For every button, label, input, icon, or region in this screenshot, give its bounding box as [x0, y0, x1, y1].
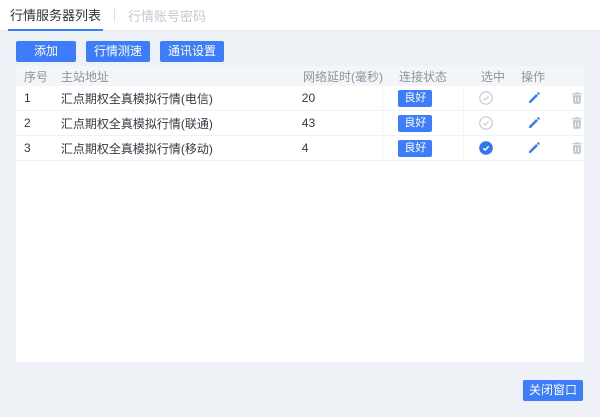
row-selected-cell	[464, 111, 506, 135]
edit-pencil-icon[interactable]	[527, 141, 541, 155]
row-status-cell: 良好	[382, 136, 465, 160]
edit-pencil-icon[interactable]	[527, 91, 541, 105]
row-index: 2	[24, 116, 31, 130]
row-selected-cell	[464, 86, 506, 110]
dialog-body: 添加 行情测速 通讯设置 序号 主站地址 网络延时(毫秒) 连接状态 选中 操作…	[0, 31, 600, 362]
header-action: 操作	[521, 69, 546, 84]
tab-account-password-label: 行情账号密码	[128, 8, 207, 24]
row-selected-cell	[464, 136, 506, 160]
header-address: 主站地址	[61, 69, 110, 84]
row-delay: 4	[301, 141, 309, 155]
row-delay: 20	[301, 91, 316, 105]
tab-server-list[interactable]: 行情服务器列表	[8, 0, 104, 31]
row-status-cell: 良好	[382, 111, 465, 135]
status-badge: 良好	[398, 89, 433, 107]
status-badge: 良好	[398, 114, 433, 132]
market-server-dialog: 行情服务器列表 行情账号密码 添加 行情测速 通讯设置 序号 主站地址 网络延时…	[0, 0, 600, 417]
tab-bar: 行情服务器列表 行情账号密码	[0, 0, 600, 31]
row-status-cell: 良好	[382, 86, 465, 110]
toolbar: 添加 行情测速 通讯设置	[16, 41, 584, 62]
header-status: 连接状态	[399, 69, 448, 84]
row-address: 汇点期权全真模拟行情(移动)	[60, 141, 213, 156]
table-row[interactable]: 1 汇点期权全真模拟行情(电信) 20 良好	[16, 86, 584, 111]
trash-icon[interactable]	[570, 141, 584, 155]
row-delay: 43	[301, 116, 316, 130]
header-selected: 选中	[481, 69, 506, 84]
tab-server-list-label: 行情服务器列表	[10, 8, 102, 23]
header-index: 序号	[24, 69, 49, 84]
table-row[interactable]: 3 汇点期权全真模拟行情(移动) 4 良好	[16, 136, 584, 161]
status-badge: 良好	[398, 139, 433, 157]
server-table: 序号 主站地址 网络延时(毫秒) 连接状态 选中 操作 1 汇点期权全真模拟行情…	[16, 66, 584, 362]
table-row[interactable]: 2 汇点期权全真模拟行情(联通) 43 良好	[16, 111, 584, 136]
check-circle-outline-icon[interactable]	[479, 91, 493, 105]
edit-pencil-icon[interactable]	[527, 116, 541, 130]
row-actions	[506, 136, 584, 160]
row-address: 汇点期权全真模拟行情(联通)	[60, 116, 213, 131]
table-header-row: 序号 主站地址 网络延时(毫秒) 连接状态 选中 操作	[16, 66, 584, 86]
trash-icon[interactable]	[570, 116, 584, 130]
comm-settings-button[interactable]: 通讯设置	[160, 41, 225, 62]
add-button[interactable]: 添加	[16, 41, 77, 62]
row-index: 3	[24, 141, 31, 155]
speed-test-button[interactable]: 行情测速	[86, 41, 151, 62]
row-address: 汇点期权全真模拟行情(电信)	[60, 91, 213, 106]
row-actions	[506, 111, 584, 135]
close-window-button[interactable]: 关闭窗口	[522, 380, 583, 401]
check-circle-filled-icon[interactable]	[479, 141, 493, 155]
trash-icon[interactable]	[570, 91, 584, 105]
tab-divider	[114, 8, 116, 22]
check-circle-outline-icon[interactable]	[479, 116, 493, 130]
tab-account-password[interactable]: 行情账号密码	[126, 0, 208, 30]
header-delay: 网络延时(毫秒)	[303, 69, 383, 84]
row-index: 1	[24, 91, 31, 105]
row-actions	[506, 86, 584, 110]
